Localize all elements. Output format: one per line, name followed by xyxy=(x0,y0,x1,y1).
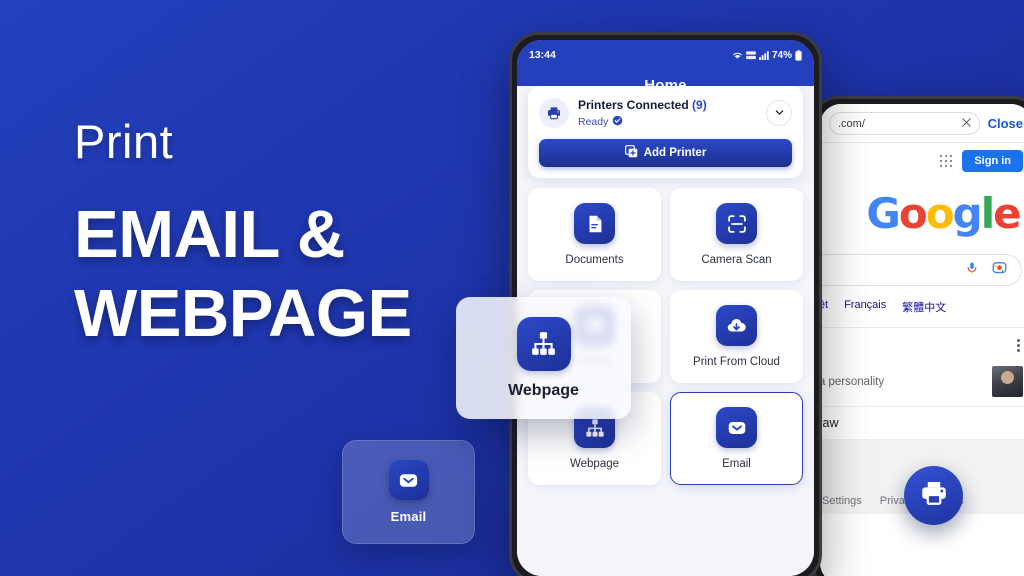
cloud-download-icon xyxy=(716,305,757,346)
battery-percent: 74% xyxy=(771,49,792,61)
add-printer-label: Add Printer xyxy=(643,147,707,159)
browser-account-row: Sign in xyxy=(820,143,1024,175)
printers-connected-title: Printers Connected (9) xyxy=(578,98,707,112)
kicker-text: Print xyxy=(74,115,174,168)
print-fab-button[interactable] xyxy=(904,466,963,525)
floating-email-card[interactable]: Email xyxy=(342,440,475,544)
document-icon xyxy=(574,203,615,244)
logo-letter: e xyxy=(993,189,1021,238)
language-link[interactable]: Français xyxy=(844,299,886,315)
signal-bars-icon xyxy=(759,50,769,60)
url-bar[interactable]: .com/ xyxy=(829,112,980,135)
floating-webpage-label: Webpage xyxy=(508,381,579,399)
url-text: .com/ xyxy=(838,117,865,130)
sitemap-icon xyxy=(516,316,571,371)
camera-scan-icon xyxy=(716,203,757,244)
tile-label: Documents xyxy=(565,254,624,266)
logo-letter: o xyxy=(925,189,955,238)
marketing-copy: Print EMAIL & WEBPAGE xyxy=(74,118,494,347)
close-button[interactable]: Close xyxy=(988,116,1023,131)
browser-toolbar: .com/ Close xyxy=(820,104,1024,143)
printer-status-card: Printers Connected (9) Ready Add Printer xyxy=(528,86,803,178)
printers-count: (9) xyxy=(692,98,707,112)
printers-connected-label: Printers Connected xyxy=(578,98,689,112)
floating-webpage-card[interactable]: Webpage xyxy=(456,297,631,419)
wifi-icon xyxy=(732,51,743,60)
tile-email[interactable]: Email xyxy=(670,392,803,485)
printer-status-row: Printers Connected (9) Ready xyxy=(539,96,792,129)
tile-camera-scan[interactable]: Camera Scan xyxy=(670,188,803,281)
printer-status-text: Printers Connected (9) Ready xyxy=(578,96,757,129)
news-item-text: media personality xyxy=(820,375,885,388)
headline: EMAIL & WEBPAGE xyxy=(74,201,494,352)
tile-label: Camera Scan xyxy=(701,254,772,266)
logo-letter: o xyxy=(898,189,928,238)
vowifi-icon xyxy=(746,50,756,60)
add-printer-icon xyxy=(624,145,638,161)
email-icon xyxy=(388,460,429,500)
close-x-icon[interactable] xyxy=(961,117,971,130)
verified-check-icon xyxy=(612,115,623,129)
headline-line-1: EMAIL & xyxy=(74,197,345,272)
sign-in-button[interactable]: Sign in xyxy=(962,150,1023,172)
google-lens-icon[interactable] xyxy=(992,260,1007,280)
footer-link[interactable]: Settings xyxy=(822,495,862,507)
battery-icon xyxy=(795,49,802,61)
printer-ready-status: Ready xyxy=(578,115,757,129)
email-icon xyxy=(716,407,757,448)
tile-print-from-cloud[interactable]: Print From Cloud xyxy=(670,290,803,383)
language-link[interactable]: 繁體中文 xyxy=(902,299,946,315)
news-item[interactable]: media personality xyxy=(820,357,1024,407)
microphone-icon[interactable] xyxy=(965,261,979,280)
news-heading-row: es xyxy=(820,328,1024,357)
apps-grid-icon[interactable] xyxy=(939,154,953,168)
tile-label: Email xyxy=(722,458,751,470)
add-printer-button[interactable]: Add Printer xyxy=(539,139,792,167)
google-search-box[interactable] xyxy=(820,254,1022,286)
logo-letter: G xyxy=(866,189,901,238)
status-text: Ready xyxy=(578,116,609,128)
logo-letter: l xyxy=(980,189,995,238)
status-time: 13:44 xyxy=(529,49,556,61)
news-section: es media personality nd draw xyxy=(820,327,1024,440)
floating-email-label: Email xyxy=(390,509,427,524)
tile-label: Print From Cloud xyxy=(693,356,780,368)
more-vertical-icon[interactable] xyxy=(1017,338,1022,352)
google-logo: Google xyxy=(820,189,1024,238)
person-thumbnail xyxy=(992,366,1023,397)
language-links: ng Việt Français 繁體中文 xyxy=(820,286,1024,315)
promo-banner: Print EMAIL & WEBPAGE Email .com/ Close xyxy=(0,0,1024,576)
printer-icon xyxy=(539,97,569,128)
chevron-down-icon[interactable] xyxy=(766,99,792,126)
status-bar: 13:44 74% xyxy=(529,49,802,61)
logo-letter: g xyxy=(952,189,983,238)
printer-icon xyxy=(919,478,949,513)
tile-documents[interactable]: Documents xyxy=(528,188,661,281)
news-item[interactable]: nd draw xyxy=(820,407,1024,440)
headline-line-2: WEBPAGE xyxy=(74,276,412,352)
tile-label: Webpage xyxy=(569,458,620,470)
status-indicators: 74% xyxy=(732,50,802,61)
